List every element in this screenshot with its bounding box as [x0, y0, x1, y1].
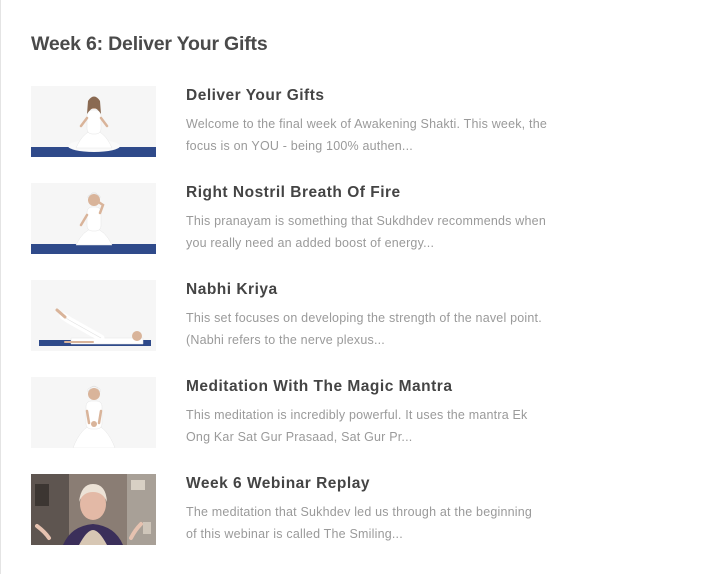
lesson-description-line-2: you really need an added boost of energy… [186, 236, 435, 250]
lesson-text: Meditation With The Magic Mantra This me… [186, 377, 586, 448]
lesson-item-week-6-webinar-replay[interactable]: Week 6 Webinar Replay The meditation tha… [31, 474, 591, 545]
lesson-description-line-2: (Nabhi refers to the nerve plexus... [186, 333, 385, 347]
lesson-description-line-1: Welcome to the final week of Awakening S… [186, 117, 548, 131]
lesson-text: Week 6 Webinar Replay The meditation tha… [186, 474, 586, 545]
leg-raise-thumbnail[interactable] [31, 280, 156, 351]
lesson-description-line-1: This meditation is incredibly powerful. … [186, 408, 528, 422]
lesson-description-line-2: of this webinar is called The Smiling... [186, 527, 403, 541]
lesson-text: Deliver Your Gifts Welcome to the final … [186, 86, 586, 157]
lesson-title[interactable]: Week 6 Webinar Replay [186, 474, 586, 494]
lesson-list: Deliver Your Gifts Welcome to the final … [31, 86, 591, 571]
lesson-description-line-1: This pranayam is something that Sukdhdev… [186, 214, 546, 228]
page-left-border [0, 0, 1, 574]
lesson-item-meditation-with-the-magic-mantra[interactable]: Meditation With The Magic Mantra This me… [31, 377, 591, 448]
meditating-woman-thumbnail[interactable] [31, 377, 156, 448]
seated-woman-thumbnail[interactable] [31, 86, 156, 157]
lesson-item-right-nostril-breath-of-fire[interactable]: Right Nostril Breath Of Fire This pranay… [31, 183, 591, 254]
lesson-description-line-1: The meditation that Sukhdev led us throu… [186, 505, 533, 519]
section-title: Week 6: Deliver Your Gifts [31, 33, 268, 55]
lesson-description: This pranayam is something that Sukdhdev… [186, 210, 586, 254]
lesson-description: The meditation that Sukhdev led us throu… [186, 501, 586, 545]
lesson-description: This set focuses on developing the stren… [186, 307, 586, 351]
lesson-title[interactable]: Right Nostril Breath Of Fire [186, 183, 586, 203]
lesson-text: Right Nostril Breath Of Fire This pranay… [186, 183, 586, 254]
lesson-description-line-2: Ong Kar Sat Gur Prasaad, Sat Gur Pr... [186, 430, 413, 444]
lesson-text: Nabhi Kriya This set focuses on developi… [186, 280, 586, 351]
lesson-description-line-2: focus is on YOU - being 100% authen... [186, 139, 413, 153]
breathing-woman-thumbnail[interactable] [31, 183, 156, 254]
lesson-item-deliver-your-gifts[interactable]: Deliver Your Gifts Welcome to the final … [31, 86, 591, 157]
webinar-video-thumbnail[interactable] [31, 474, 156, 545]
lesson-item-nabhi-kriya[interactable]: Nabhi Kriya This set focuses on developi… [31, 280, 591, 351]
lesson-title[interactable]: Deliver Your Gifts [186, 86, 586, 106]
lesson-title[interactable]: Meditation With The Magic Mantra [186, 377, 586, 397]
lesson-title[interactable]: Nabhi Kriya [186, 280, 586, 300]
lesson-description: Welcome to the final week of Awakening S… [186, 113, 586, 157]
lesson-description-line-1: This set focuses on developing the stren… [186, 311, 542, 325]
lesson-description: This meditation is incredibly powerful. … [186, 404, 586, 448]
